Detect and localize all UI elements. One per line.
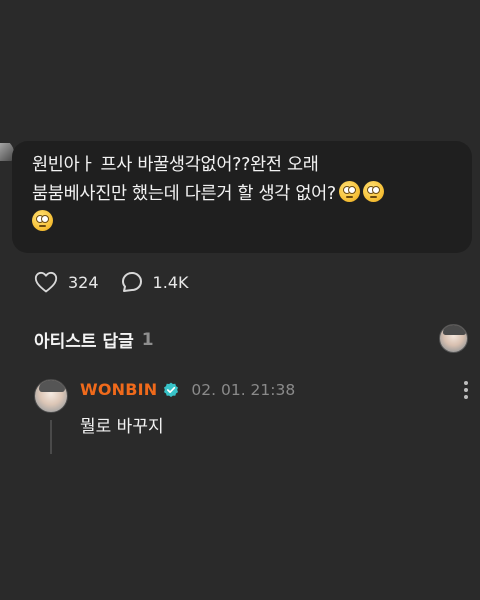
post-text-line-1: 원빈아ㅏ 프사 바꿀생각없어??완전 오래 — [32, 155, 319, 175]
like-count: 324 — [68, 272, 99, 292]
like-button[interactable]: 324 — [34, 271, 99, 293]
post-text-line-2: 붐붐베사진만 했는데 다른거 할 생각 없어? — [32, 180, 452, 209]
comment-button[interactable]: 1.4K — [121, 271, 189, 293]
eye-roll-emoji — [32, 210, 53, 231]
comment-author-name[interactable]: WONBIN — [80, 380, 157, 399]
artist-replies-header: 아티스트 답글 1 — [34, 327, 154, 353]
heart-icon — [34, 271, 58, 293]
verified-badge-icon — [164, 382, 179, 397]
post-card: 원빈아ㅏ 프사 바꿀생각없어??완전 오래 붐붐베사진만 했는데 다른거 할 생… — [12, 141, 472, 253]
comment-author-avatar[interactable] — [34, 379, 68, 413]
post-text: 원빈아ㅏ 프사 바꿀생각없어??완전 오래 붐붐베사진만 했는데 다른거 할 생… — [32, 151, 452, 238]
comment-bubble-icon — [121, 272, 142, 292]
eye-roll-emoji — [338, 181, 360, 202]
artist-avatar[interactable] — [439, 324, 468, 353]
thread-line — [50, 420, 52, 454]
eye-roll-emoji — [362, 181, 384, 202]
post-actions: 324 1.4K — [34, 271, 210, 293]
more-options-icon[interactable] — [462, 381, 470, 403]
post-text-line-3 — [32, 209, 452, 238]
post-text-line-2-text: 붐붐베사진만 했는데 다른거 할 생각 없어? — [32, 184, 336, 204]
section-title: 아티스트 답글 — [34, 332, 134, 352]
comment-body: 뭘로 바꾸지 — [80, 417, 164, 437]
comment-timestamp: 02. 01. 21:38 — [191, 380, 296, 399]
section-count: 1 — [141, 329, 154, 350]
comment-count: 1.4K — [152, 272, 189, 292]
comment-header: WONBIN 02. 01. 21:38 — [80, 380, 295, 399]
